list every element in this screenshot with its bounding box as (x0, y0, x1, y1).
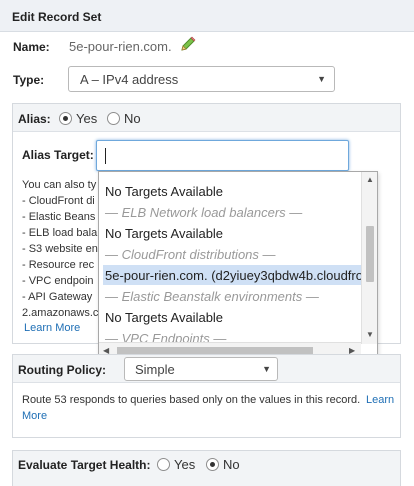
routing-label: Routing Policy: (18, 363, 106, 377)
scroll-up-icon[interactable]: ▲ (366, 175, 374, 184)
dropdown-group-header: — ELB Network load balancers — (105, 205, 303, 220)
info-line: - S3 website en (22, 243, 98, 255)
info-line: - VPC endpoin (22, 275, 94, 287)
dropdown-option-selected[interactable]: 5e-pour-rien.com. (d2yiuey3qbdw4b.cloudf… (105, 268, 377, 283)
routing-learn-more-link-cont[interactable]: More (22, 410, 47, 422)
routing-policy-select[interactable]: Simple ▼ (124, 357, 278, 381)
evaluate-yes-label: Yes (174, 457, 196, 472)
info-line: - CloudFront di (22, 195, 95, 207)
info-line: You can also ty (22, 179, 97, 191)
chevron-down-icon: ▼ (262, 364, 271, 374)
vertical-scroll-thumb[interactable] (366, 226, 374, 282)
evaluate-yes-radio[interactable] (157, 458, 170, 471)
dropdown-option[interactable]: No Targets Available (105, 184, 223, 199)
routing-learn-more-link[interactable]: Learn (366, 394, 394, 406)
alias-target-label: Alias Target: (22, 148, 94, 162)
alias-yes-label: Yes (76, 111, 98, 126)
name-label: Name: (13, 40, 50, 54)
info-line: - Elastic Beans (22, 211, 96, 223)
evaluate-label: Evaluate Target Health: (18, 458, 151, 472)
evaluate-no-radio[interactable] (206, 458, 219, 471)
alias-target-dropdown[interactable]: No Targets Available — ELB Network load … (98, 171, 378, 359)
routing-policy-value: Simple (135, 362, 175, 377)
info-line: - API Gateway (22, 291, 93, 303)
alias-label: Alias: (18, 112, 51, 126)
info-line: - ELB load bala (22, 227, 98, 239)
scroll-down-icon[interactable]: ▼ (366, 330, 374, 339)
type-select-value: A – IPv4 address (80, 72, 179, 87)
dropdown-option[interactable]: No Targets Available (105, 310, 223, 325)
pencil-icon[interactable] (180, 36, 196, 52)
alias-learn-more-link[interactable]: Learn More (24, 322, 80, 334)
dropdown-option[interactable]: No Targets Available (105, 226, 223, 241)
type-select[interactable]: A – IPv4 address ▼ (68, 66, 335, 92)
chevron-down-icon: ▼ (317, 74, 326, 84)
alias-no-radio[interactable] (107, 112, 120, 125)
panel-title: Edit Record Set (0, 0, 414, 32)
alias-target-input[interactable] (96, 140, 349, 171)
name-value: 5e-pour-rien.com. (69, 39, 172, 54)
alias-yes-radio[interactable] (59, 112, 72, 125)
info-line: 2.amazonaws.c (22, 307, 99, 319)
info-line: - Resource rec (22, 259, 95, 271)
vertical-scrollbar[interactable]: ▲ ▼ (361, 172, 377, 344)
text-cursor (105, 148, 106, 164)
dropdown-group-header: — CloudFront distributions — (105, 247, 276, 262)
dropdown-group-header: — Elastic Beanstalk environments — (105, 289, 319, 304)
type-label: Type: (13, 73, 45, 87)
evaluate-no-label: No (223, 457, 240, 472)
routing-description: Route 53 responds to queries based only … (22, 394, 361, 406)
alias-no-label: No (124, 111, 141, 126)
